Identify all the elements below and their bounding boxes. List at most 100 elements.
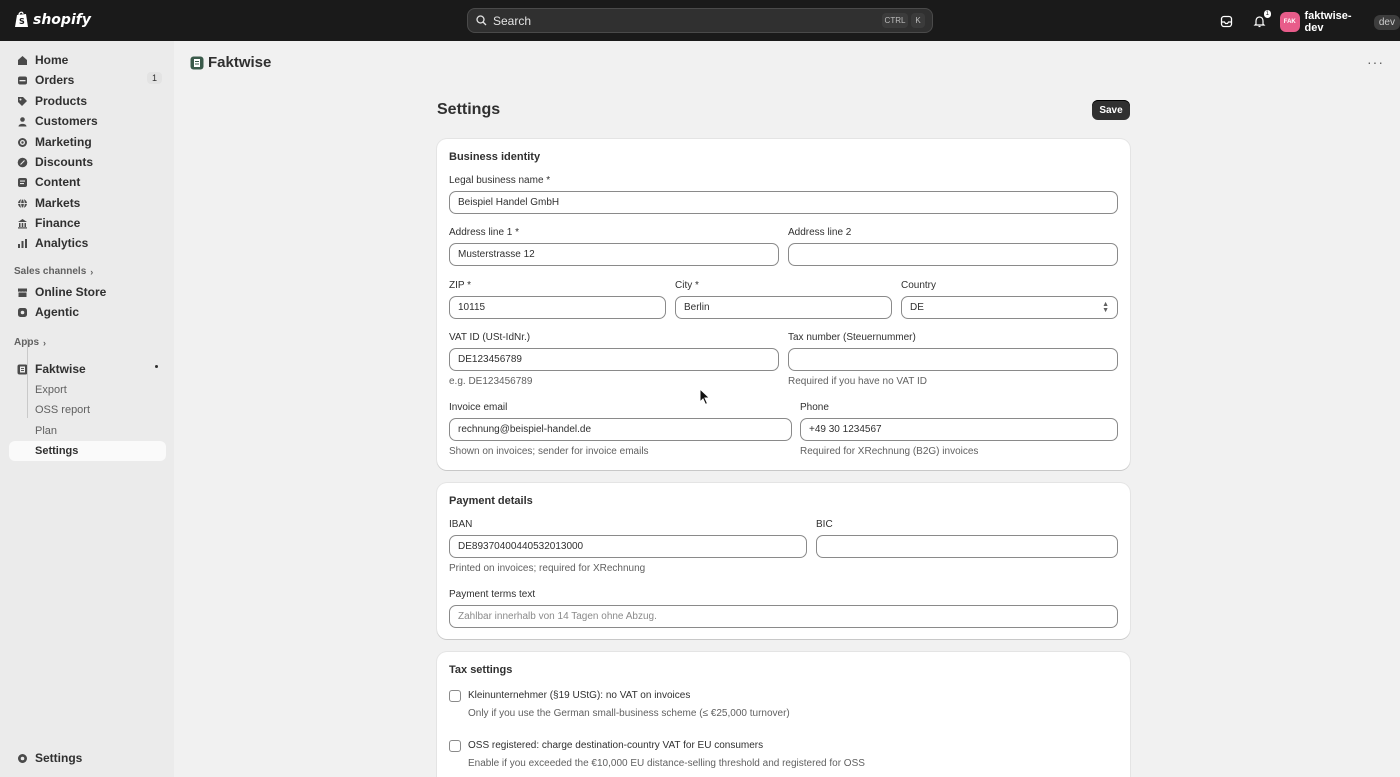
vat-id-field[interactable]: DE123456789: [449, 348, 779, 371]
sidebar-item-label: Settings: [35, 751, 83, 765]
card-title: Payment details: [449, 495, 533, 507]
card-title: Tax settings: [449, 664, 513, 676]
payment-terms-field[interactable]: Zahlbar innerhalb von 14 Tagen ohne Abzu…: [449, 605, 1118, 628]
sidebar-subitem-plan[interactable]: Plan: [35, 425, 57, 437]
sidebar-item-online-store[interactable]: Online Store: [9, 282, 166, 302]
sidebar-item-label: Content: [35, 175, 81, 189]
kleinunternehmer-checkbox[interactable]: [449, 690, 461, 702]
shopify-bag-icon: S: [15, 11, 28, 27]
faktwise-app-icon: [190, 56, 204, 69]
svg-text:S: S: [19, 17, 25, 26]
address1-field[interactable]: Musterstrasse 12: [449, 243, 779, 266]
shopify-logo[interactable]: S shopify: [14, 11, 91, 28]
sidebar-item-content[interactable]: Content: [9, 172, 166, 192]
tax-number-field[interactable]: [788, 348, 1118, 371]
invoice-email-help-text: Shown on invoices; sender for invoice em…: [449, 446, 649, 457]
chevron-right-icon: ›: [90, 266, 94, 277]
sidebar-item-markets[interactable]: Markets: [9, 193, 166, 213]
sidebar-item-finance[interactable]: Finance: [9, 213, 166, 233]
sidebar-item-orders[interactable]: Orders 1: [9, 70, 166, 90]
store-menu[interactable]: FAK faktwise-dev dev: [1280, 10, 1400, 34]
sidebar-item-label: Home: [35, 53, 69, 67]
sidebar-item-label: Customers: [35, 114, 98, 128]
store-dev-badge: dev: [1373, 14, 1400, 30]
sidebar-item-discounts[interactable]: Discounts: [9, 152, 166, 172]
content-icon: [16, 176, 28, 188]
app-title: Faktwise: [208, 54, 272, 71]
search-bar[interactable]: Search CTRL K: [467, 8, 933, 33]
kleinunternehmer-label: Kleinunternehmer (§19 UStG): no VAT on i…: [468, 690, 691, 701]
bell-icon: [1253, 15, 1265, 27]
oss-registered-label: OSS registered: charge destination-count…: [468, 740, 764, 751]
payment-details-card: Payment details IBAN DE89370400440532013…: [437, 483, 1130, 639]
save-button[interactable]: Save: [1092, 100, 1130, 120]
bank-icon: [16, 217, 28, 229]
address1-label: Address line 1 *: [449, 227, 520, 238]
k-key-hint: K: [911, 13, 925, 28]
person-icon: [16, 115, 28, 127]
country-select[interactable]: DE ▲ ▼: [901, 296, 1118, 319]
zip-field[interactable]: 10115: [449, 296, 666, 319]
tax-settings-card: Tax settings Kleinunternehmer (§19 UStG)…: [437, 652, 1130, 777]
mouse-cursor-icon: [699, 388, 711, 406]
page-title: Settings: [437, 101, 501, 118]
ctrl-key-hint: CTRL: [882, 13, 908, 28]
legal-name-field[interactable]: Beispiel Handel GmbH: [449, 191, 1118, 214]
notification-count: 1: [1263, 10, 1271, 18]
tax-number-label: Tax number (Steuernummer): [788, 332, 916, 343]
sidebar-item-faktwise[interactable]: Faktwise: [9, 359, 166, 379]
notifications-button[interactable]: 1: [1251, 10, 1271, 29]
store-avatar: FAK: [1280, 12, 1300, 32]
sidebar-item-analytics[interactable]: Analytics: [9, 233, 166, 253]
sidebar-subitem-oss-report[interactable]: OSS report: [35, 404, 90, 416]
subnav-line: [27, 338, 28, 418]
orders-count-badge: 1: [146, 72, 162, 84]
select-caret-icon: ▲ ▼: [1102, 301, 1109, 314]
invoice-email-field[interactable]: rechnung@beispiel-handel.de: [449, 418, 792, 441]
country-select-value: DE: [910, 302, 924, 313]
bic-field[interactable]: [816, 535, 1118, 558]
invoice-email-label: Invoice email: [449, 402, 508, 413]
iban-help-text: Printed on invoices; required for XRechn…: [449, 563, 646, 574]
sales-channels-label: Sales channels: [14, 266, 87, 277]
city-field[interactable]: Berlin: [675, 296, 892, 319]
sidebar-item-products[interactable]: Products: [9, 91, 166, 111]
sidebar-item-customers[interactable]: Customers: [9, 111, 166, 131]
tag-icon: [16, 95, 28, 107]
oss-registered-checkbox[interactable]: [449, 740, 461, 752]
sidebar-item-label: Settings: [35, 445, 79, 457]
chart-icon: [16, 237, 28, 249]
agentic-icon: [16, 306, 28, 318]
sidebar-item-label: Finance: [35, 216, 81, 230]
sidebar-item-home[interactable]: Home: [9, 50, 166, 70]
city-label: City *: [675, 280, 699, 291]
sidebar-subitem-settings[interactable]: Settings: [9, 441, 166, 461]
business-identity-card: Business identity Legal business name * …: [437, 139, 1130, 470]
sales-channels-section[interactable]: Sales channels ›: [14, 266, 93, 277]
sidebar-item-marketing[interactable]: Marketing: [9, 132, 166, 152]
phone-label: Phone: [800, 402, 829, 413]
address2-field[interactable]: [788, 243, 1118, 266]
more-actions-icon[interactable]: ···: [1367, 54, 1384, 70]
phone-field[interactable]: +49 30 1234567: [800, 418, 1118, 441]
sidebar-item-label: Analytics: [35, 236, 89, 250]
sidebar-item-label: Faktwise: [35, 362, 86, 376]
iban-field[interactable]: DE89370400440532013000: [449, 535, 807, 558]
inbox-button[interactable]: [1218, 13, 1234, 29]
home-icon: [16, 54, 28, 66]
sidebar-item-label: Products: [35, 94, 88, 108]
sidebar-item-label: Agentic: [35, 305, 80, 319]
sidebar-item-label: Marketing: [35, 135, 92, 149]
vat-label: VAT ID (USt-IdNr.): [449, 332, 531, 343]
sidebar-item-label: Discounts: [35, 155, 94, 169]
logo-text: shopify: [33, 11, 91, 28]
search-placeholder: Search: [493, 13, 532, 28]
sidebar-subitem-export[interactable]: Export: [35, 384, 67, 396]
sidebar-item-label: Orders: [35, 73, 75, 87]
chevron-right-icon: ›: [43, 337, 46, 348]
sidebar-item-agentic[interactable]: Agentic: [9, 302, 166, 322]
gear-icon: [16, 752, 28, 764]
address2-label: Address line 2: [788, 227, 852, 238]
sidebar-item-settings[interactable]: Settings: [9, 748, 166, 768]
apps-section[interactable]: Apps ›: [14, 337, 46, 348]
